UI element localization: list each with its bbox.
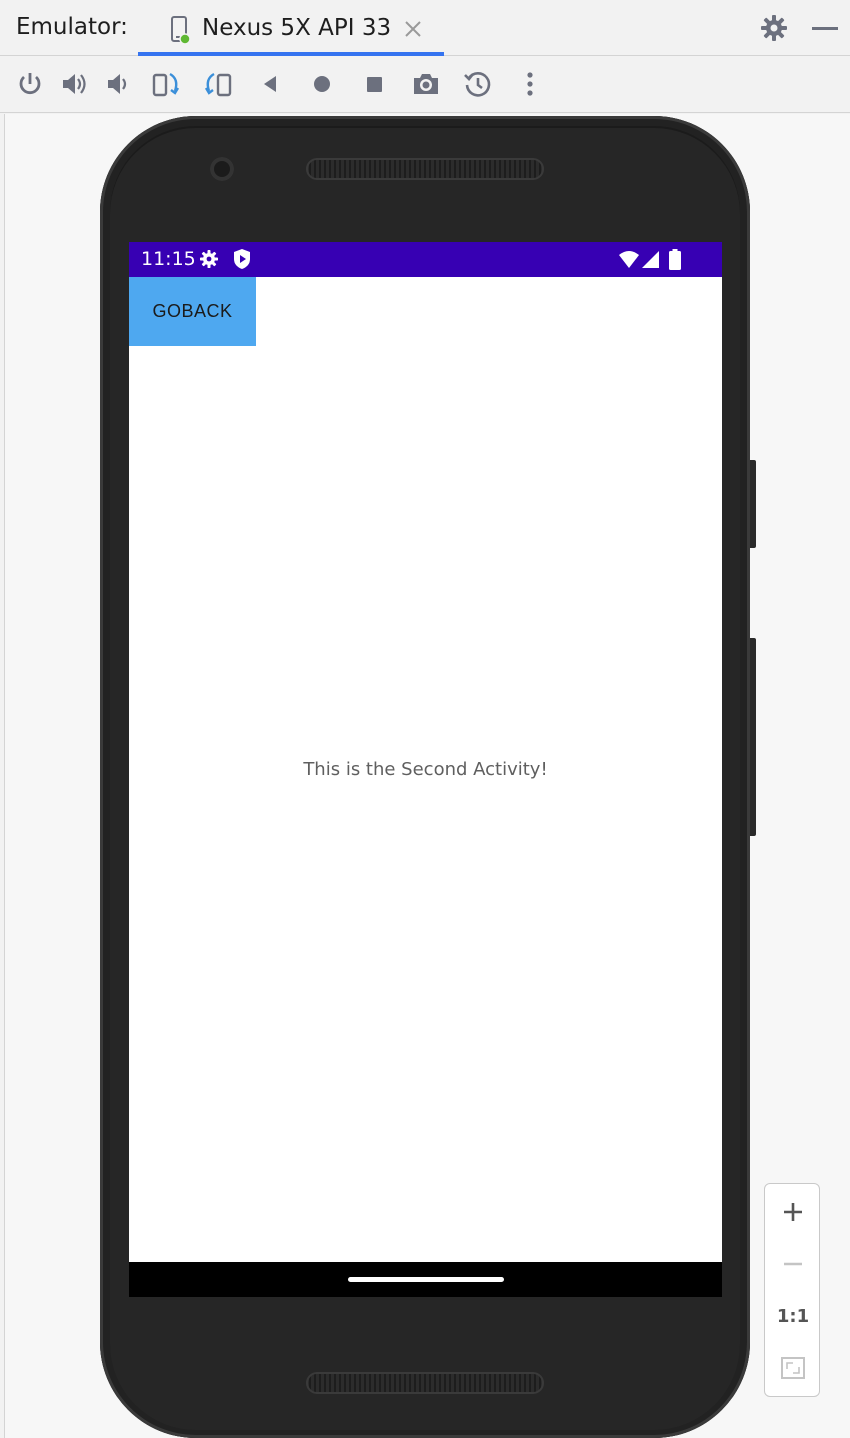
fit-screen-icon [781,1357,805,1379]
overview-button[interactable] [357,67,391,101]
home-circle-icon [314,76,330,92]
plus-icon [784,1203,802,1221]
top-speaker [306,158,544,180]
gesture-nav-bar [129,1262,722,1297]
home-gesture-handle[interactable] [348,1277,504,1282]
play-protect-icon [234,249,250,269]
zoom-in-button[interactable] [765,1186,821,1238]
settings-gear-icon[interactable] [760,14,788,42]
screenshot-button[interactable] [409,67,443,101]
goback-button[interactable]: GOBACK [129,277,256,346]
zoom-fit-button[interactable] [765,1342,821,1394]
front-camera [210,157,234,181]
overview-square-icon [367,77,382,92]
emulator-titlebar: Emulator: Nexus 5X API 33 [0,0,850,56]
power-button[interactable] [13,67,47,101]
cell-signal-icon [642,251,659,268]
tab-label: Nexus 5X API 33 [202,15,392,41]
wifi-icon [619,251,639,268]
emulator-label: Emulator: [16,14,128,40]
battery-icon [669,249,681,270]
second-activity-message: This is the Second Activity! [303,759,548,780]
back-button[interactable] [253,67,287,101]
zoom-actual-size-button[interactable]: 1:1 [765,1290,821,1342]
close-tab-icon[interactable] [402,18,424,40]
volume-down-icon [108,74,127,94]
minus-icon [784,1262,802,1266]
volume-up-button[interactable] [57,67,91,101]
rotate-left-icon [152,72,180,97]
camera-icon [414,74,438,94]
minimize-icon[interactable] [812,27,838,30]
one-to-one-label: 1:1 [776,1305,810,1327]
snapshot-button[interactable] [461,67,495,101]
emulator-toolbar [0,57,850,113]
device-icon [171,16,190,44]
bottom-speaker [306,1372,544,1394]
more-options-button[interactable] [513,67,547,101]
rotate-left-button[interactable] [149,67,183,101]
volume-up-icon [63,74,86,94]
settings-icon [200,250,218,268]
back-triangle-icon [264,76,276,92]
power-icon [19,73,41,95]
more-vertical-icon [527,72,533,96]
home-button[interactable] [305,67,339,101]
rotate-right-icon [204,72,232,97]
volume-down-button[interactable] [101,67,135,101]
status-time: 11:15 [141,248,196,270]
zoom-out-button[interactable] [765,1238,821,1290]
rotate-right-button[interactable] [201,67,235,101]
history-icon [464,72,491,97]
device-screen[interactable]: 11:15 GOBACK This is the Second Activity… [129,242,722,1297]
tab-nexus-5x[interactable]: Nexus 5X API 33 [138,4,444,56]
zoom-controls: 1:1 [764,1183,820,1397]
status-bar: 11:15 [129,242,722,277]
